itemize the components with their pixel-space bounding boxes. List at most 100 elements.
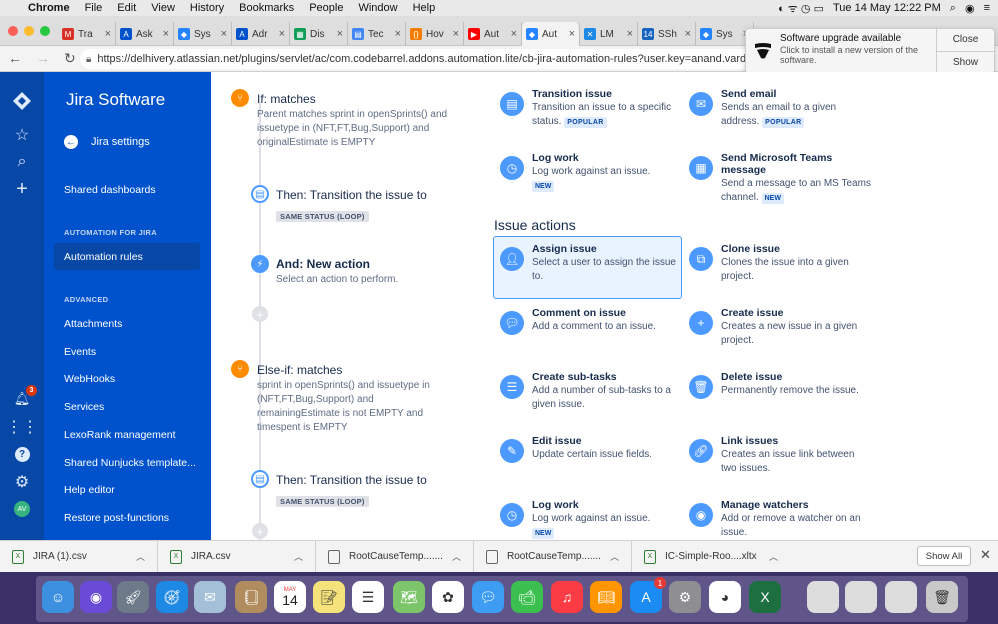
show-all-downloads-button[interactable]: Show All — [917, 546, 971, 566]
mail-bird-icon[interactable]: ✉ — [194, 581, 226, 613]
calendar-icon[interactable]: MAY 14 — [274, 581, 306, 613]
app-store-icon[interactable]: A1 — [630, 577, 666, 613]
close-window-icon[interactable] — [8, 26, 18, 36]
create-plus-icon[interactable]: + — [11, 178, 33, 200]
siri-icon[interactable]: ◉ — [80, 581, 112, 613]
help-icon[interactable]: ? — [11, 443, 33, 465]
action-card-clone[interactable]: ⧉ Clone issue Clones the issue into a gi… — [683, 240, 868, 296]
action-card-delete[interactable]: 🗑︎ Delete issue Permanently remove the i… — [683, 368, 868, 424]
download-item[interactable]: X IC-Simple-Roo....xltx ︿ — [632, 541, 790, 573]
action-card-link[interactable]: 🔗︎ Link issues Creates an issue link bet… — [683, 432, 868, 488]
doc-thumb-icon[interactable] — [845, 581, 877, 613]
books-icon[interactable]: 📖︎ — [590, 581, 622, 613]
menu-people[interactable]: People — [309, 2, 343, 14]
url-field[interactable]: 🔒︎ https://delhivery.atlassian.net/plugi… — [80, 49, 780, 69]
finder-icon[interactable]: ☺ — [42, 581, 74, 613]
menu-file[interactable]: File — [85, 2, 103, 14]
action-card-comment[interactable]: 💬︎ Comment on issue Add a comment to an … — [494, 304, 679, 360]
chevron-up-icon[interactable]: ︿ — [610, 550, 619, 563]
browser-tab[interactable]: ▶ Aut × — [464, 22, 522, 46]
sidebar-item-attachments[interactable]: Attachments — [64, 318, 122, 330]
tab-close-icon[interactable]: × — [453, 28, 459, 40]
close-download-bar-icon[interactable]: ✕ — [980, 547, 991, 563]
action-card-assign[interactable]: 👤︎ Assign issue Select a user to assign … — [494, 240, 679, 296]
menu-history[interactable]: History — [190, 2, 224, 14]
system-preferences-icon[interactable]: ⚙ — [669, 581, 701, 613]
jira-logo-icon[interactable] — [11, 90, 33, 112]
facetime-icon[interactable]: 📹︎ — [511, 581, 543, 613]
action-card-transition[interactable]: ▤ Transition issue Transition an issue t… — [494, 85, 679, 135]
menu-window[interactable]: Window — [358, 2, 397, 14]
avatar[interactable]: AV — [11, 498, 33, 520]
chevron-up-icon[interactable]: ︿ — [452, 550, 461, 563]
app-switcher-icon[interactable]: ⋮⋮ — [6, 416, 38, 438]
siri-icon[interactable]: ◉ — [965, 2, 975, 15]
download-item[interactable]: RootCauseTemp....... ︿ — [316, 540, 474, 573]
browser-tab[interactable]: ◆ Sys × — [174, 22, 232, 46]
star-icon[interactable]: ☆ — [11, 124, 33, 146]
sidebar-item-restore-post-functions[interactable]: Restore post-functions — [64, 512, 169, 524]
doc-thumb-icon[interactable] — [885, 581, 917, 613]
tab-close-icon[interactable]: × — [105, 28, 111, 40]
zoom-window-icon[interactable] — [40, 26, 50, 36]
notifications-icon[interactable]: 🔔︎ 3 — [11, 385, 37, 410]
then-action-title-2[interactable]: Then: Transition the issue to — [276, 473, 427, 487]
action-card-subtasks[interactable]: ☰ Create sub-tasks Add a number of sub-t… — [494, 368, 679, 424]
spotlight-icon[interactable]: ⌕ — [950, 2, 956, 15]
doc-thumb-icon[interactable] — [807, 581, 839, 613]
chevron-up-icon[interactable]: ︿ — [136, 550, 145, 563]
sidebar-item-nunjucks[interactable]: Shared Nunjucks template... — [64, 457, 196, 469]
notes-icon[interactable]: 📝︎ — [313, 581, 345, 613]
browser-tab[interactable]: {} Hov × — [406, 22, 464, 46]
tab-close-icon[interactable]: × — [685, 28, 691, 40]
sidebar-item-help-editor[interactable]: Help editor — [64, 484, 115, 496]
photos-icon[interactable]: ✿ — [432, 581, 464, 613]
reminders-icon[interactable]: ☰ — [352, 581, 384, 613]
browser-tab[interactable]: ▤ Tec × — [348, 22, 406, 46]
browser-tab[interactable]: M Tra × — [58, 22, 116, 46]
tab-close-icon[interactable]: × — [627, 28, 633, 40]
notification-close-button[interactable]: Close — [937, 29, 994, 52]
browser-tab[interactable]: 14 SSh × — [638, 22, 696, 46]
status-icons[interactable]: ◐ ᯤ ◷ ▭ — [778, 1, 824, 16]
action-card-log-work[interactable]: ◷ Log work Log work against an issue. NEW — [494, 496, 679, 540]
tab-close-icon[interactable]: × — [163, 28, 169, 40]
chevron-up-icon[interactable]: ︿ — [769, 550, 778, 563]
tab-close-icon[interactable]: × — [279, 28, 285, 40]
tab-close-icon[interactable]: × — [569, 28, 575, 40]
browser-tab[interactable]: A Adr × — [232, 22, 290, 46]
tab-close-icon[interactable]: × — [337, 28, 343, 40]
clock[interactable]: Tue 14 May 12:22 PM — [833, 2, 941, 14]
minimize-window-icon[interactable] — [24, 26, 34, 36]
menu-help[interactable]: Help — [413, 2, 436, 14]
excel-icon[interactable]: X — [749, 581, 781, 613]
action-card-log-work-top[interactable]: ◷ Log work Log work against an issue. NEW — [494, 149, 679, 199]
settings-gear-icon[interactable]: ⚙ — [11, 471, 33, 493]
maps-icon[interactable]: 🗺︎ — [393, 581, 425, 613]
chevron-up-icon[interactable]: ︿ — [294, 550, 303, 563]
browser-tab[interactable]: ◆ Aut × — [522, 22, 580, 46]
download-item[interactable]: X JIRA.csv ︿ — [158, 540, 316, 573]
trash-icon[interactable]: 🗑︎ — [926, 581, 958, 613]
download-item[interactable]: RootCauseTemp....... ︿ — [474, 540, 632, 573]
action-card-send-email[interactable]: ✉ Send email Sends an email to a given a… — [683, 85, 868, 135]
menu-edit[interactable]: Edit — [117, 2, 136, 14]
if-condition-title[interactable]: If: matches — [257, 92, 316, 106]
sidebar-item-services[interactable]: Services — [64, 401, 104, 413]
menu-list-icon[interactable]: ≡ — [984, 2, 990, 14]
menu-bookmarks[interactable]: Bookmarks — [239, 2, 294, 14]
then-action-title[interactable]: Then: Transition the issue to — [276, 188, 427, 202]
sidebar-item-lexorank[interactable]: LexoRank management — [64, 429, 176, 441]
new-action-title[interactable]: And: New action — [276, 257, 370, 271]
add-component-plus-icon[interactable]: + — [252, 306, 268, 322]
browser-tab[interactable]: ✕ LM × — [580, 22, 638, 46]
music-icon[interactable]: ♫ — [551, 581, 583, 613]
reload-icon[interactable]: ↻ — [64, 50, 76, 67]
action-card-send-teams[interactable]: ▦ Send Microsoft Teams message Send a me… — [683, 149, 871, 209]
sidebar-item-automation-rules[interactable]: Automation rules — [64, 251, 143, 263]
action-card-watchers[interactable]: ◉ Manage watchers Add or remove a watche… — [683, 496, 868, 540]
browser-tab[interactable]: ▦ Dis × — [290, 22, 348, 46]
tab-close-icon[interactable]: × — [511, 28, 517, 40]
product-title[interactable]: Jira Software — [66, 90, 165, 110]
download-item[interactable]: X JIRA (1).csv ︿ — [0, 540, 158, 573]
